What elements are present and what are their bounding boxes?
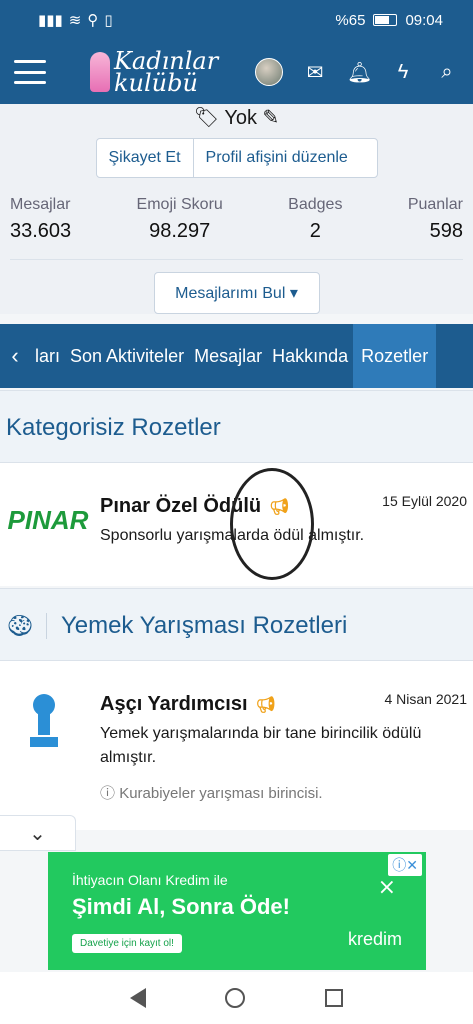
ad-brand: kredim [347, 929, 402, 949]
edit-banner-button[interactable]: Profil afişini düzenle [192, 139, 360, 177]
search-icon[interactable]: ⌕ [435, 61, 459, 84]
stat-emoji-score: Emoji Skoru 98.297 [136, 196, 223, 242]
signal-icon: ▮▮▮ [38, 12, 63, 29]
tab-badges[interactable]: Rozetler [353, 324, 437, 388]
cookie-icon: 🍪︎ [6, 612, 47, 639]
profile-header: 🏷︎ Yok ✎ Şikayet Et Profil afişini düzen… [0, 104, 473, 314]
status-icons-left: ▮▮▮ ≋ ⚲ ▯ [38, 11, 113, 29]
recent-apps-icon[interactable] [325, 989, 344, 1007]
status-bar: ▮▮▮ ≋ ⚲ ▯ %65 09:04 [0, 0, 473, 40]
battery-percent: %65 [335, 11, 366, 29]
ad-headline: Şimdi Al, Sonra Öde! [72, 894, 290, 919]
profile-actions: Şikayet Et Profil afişini düzenle [95, 138, 378, 178]
app-bar-icons: ✉ 🔔︎ ϟ ⌕ [255, 58, 459, 86]
tab-about[interactable]: Hakkında [267, 346, 353, 367]
badge-title: Aşçı Yardımcısı 📢︎ [100, 693, 276, 715]
badge-hint: ⓘ Kurabiyeler yarışması birincisi. [100, 785, 323, 802]
menu-icon[interactable] [14, 60, 46, 84]
badge-item: 4 Nisan 2021 Aşçı Yardımcısı 📢︎ Yemek ya… [0, 660, 473, 830]
inbox-icon[interactable]: ✉ [303, 60, 327, 85]
badge-description: Yemek yarışmalarında bir tane birincilik… [100, 725, 422, 766]
vibrate-icon: ▯ [104, 12, 113, 29]
report-button[interactable]: Şikayet Et [97, 139, 193, 177]
tab-partial[interactable]: ları [30, 346, 65, 367]
chevron-left-icon[interactable]: ‹ [0, 343, 30, 369]
section-header-cooking: 🍪︎ Yemek Yarışması Rozetleri [0, 588, 473, 662]
edit-pencil-icon[interactable]: ✎ [263, 107, 280, 129]
stat-badges: Badges 2 [288, 196, 343, 242]
status-icons-right: %65 09:04 [335, 12, 443, 29]
user-title: 🏷︎ Yok ✎ [193, 107, 280, 129]
divider [10, 259, 463, 260]
battery-icon [373, 14, 398, 26]
home-icon[interactable] [225, 988, 246, 1008]
badge-content: Aşçı Yardımcısı 📢︎ Yemek yarışmalarında … [100, 693, 465, 803]
ad-cta-button[interactable]: Davetiye için kayıt ol! [72, 934, 182, 953]
tag-icon: 🏷︎ [193, 107, 220, 129]
pinar-logo: PINAR [7, 504, 89, 535]
system-navigation-bar [0, 972, 473, 1024]
profile-stats: Mesajlar 33.603 Emoji Skoru 98.297 Badge… [0, 178, 473, 243]
ad-subtitle: İhtiyacın Olanı Kredim ile [72, 872, 228, 888]
stat-messages[interactable]: Mesajlar 33.603 [10, 196, 71, 243]
logo-figure-icon [90, 52, 110, 92]
kredim-logo-icon: ⨯ [377, 874, 396, 899]
ad-close-icon[interactable]: ⓘ✕ [388, 854, 422, 876]
chevron-down-icon[interactable]: ⌄ [0, 815, 76, 851]
bell-icon[interactable]: 🔔︎ [347, 60, 372, 85]
site-logo[interactable]: Kadınlar kulübü [90, 47, 219, 97]
clock: 09:04 [405, 11, 443, 29]
app-bar: Kadınlar kulübü ✉ 🔔︎ ϟ ⌕ [0, 40, 473, 104]
profile-tabs: ‹ ları Son Aktiviteler Mesajlar Hakkında… [0, 324, 473, 388]
section-header-uncategorized: Kategorisiz Rozetler [0, 390, 473, 464]
tab-messages[interactable]: Mesajlar [189, 346, 267, 367]
tab-recent-activity[interactable]: Son Aktiviteler [65, 346, 189, 367]
chef-trophy-icon [30, 694, 58, 747]
user-avatar[interactable] [255, 58, 283, 86]
back-icon[interactable] [129, 988, 146, 1008]
find-messages-button[interactable]: Mesajlarımı Bul ▾ [153, 272, 320, 314]
info-icon: ⓘ [100, 785, 116, 802]
stat-points[interactable]: Puanlar 598 [408, 196, 463, 243]
megaphone-icon: 📢︎ [255, 696, 276, 714]
wifi-icon: ≋ [68, 12, 82, 29]
ad-banner[interactable]: ⓘ✕ İhtiyacın Olanı Kredim ile Şimdi Al, … [48, 852, 426, 970]
handdrawn-circle-annotation [230, 468, 314, 580]
lightning-icon[interactable]: ϟ [391, 61, 415, 84]
location-icon: ⚲ [87, 12, 99, 29]
logo-text: Kadınlar kulübü [114, 47, 219, 97]
